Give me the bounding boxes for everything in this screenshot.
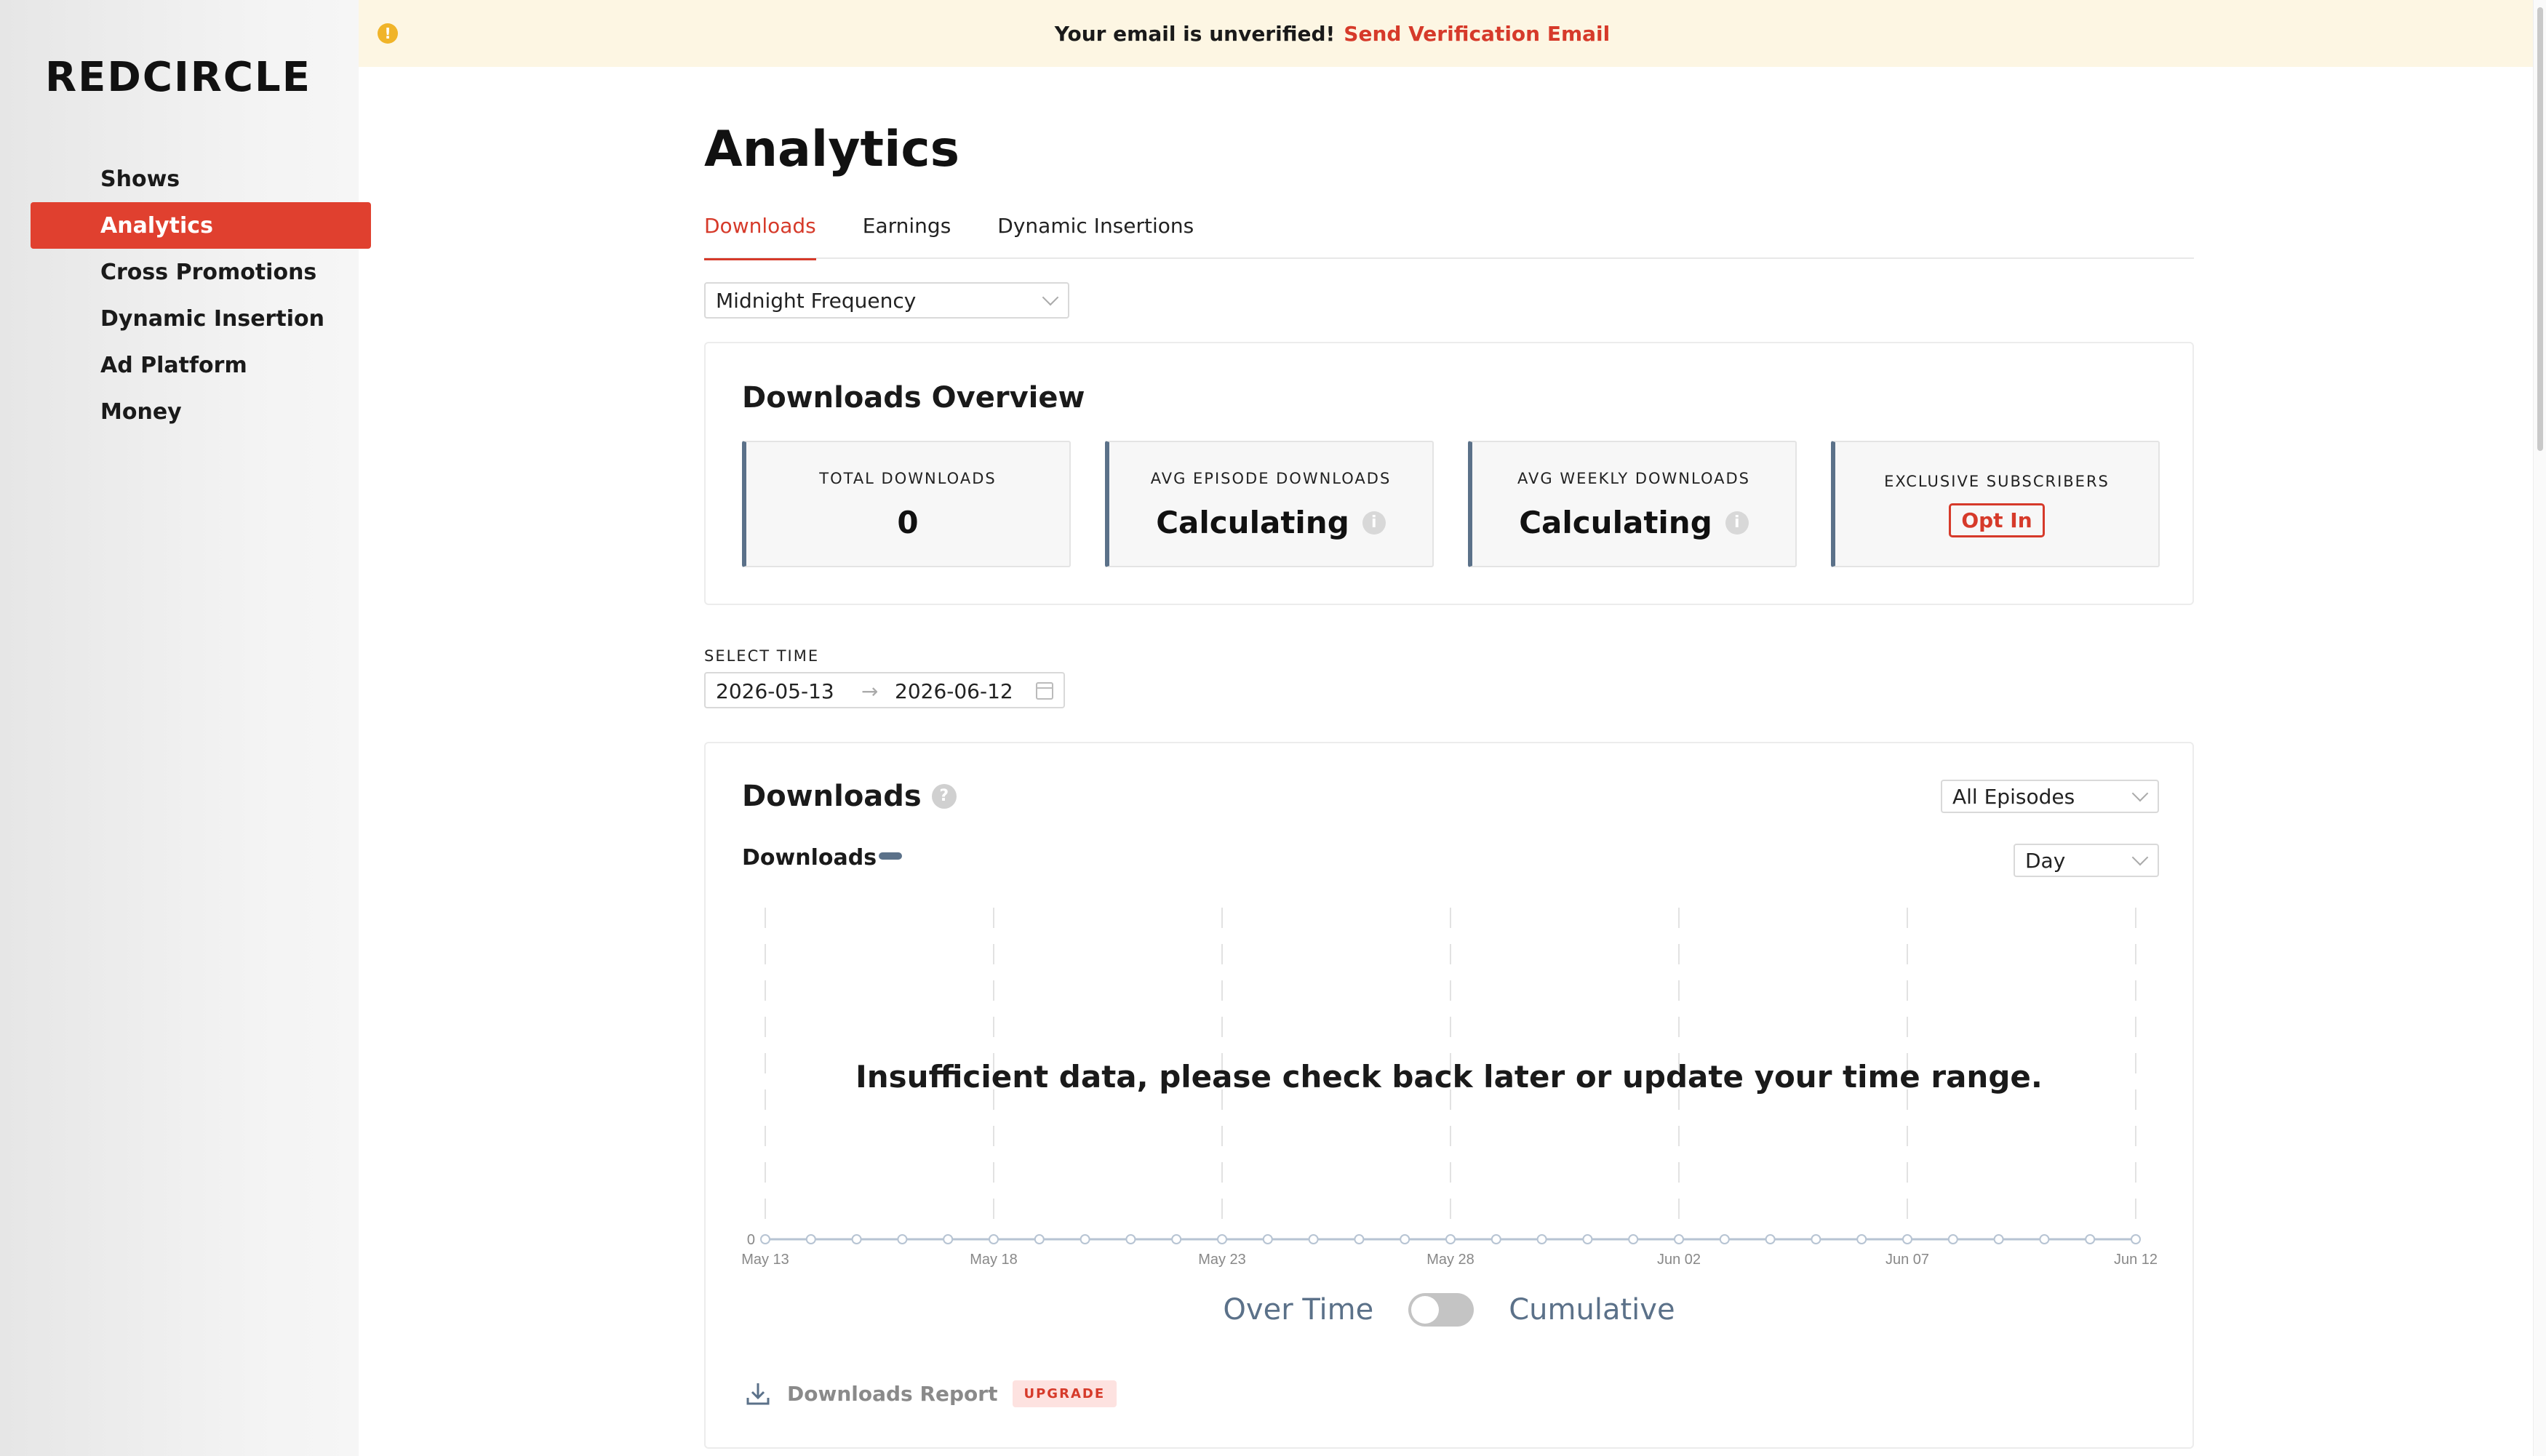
x-tick-label: Jun 07 — [1885, 1252, 1929, 1268]
data-point[interactable] — [1993, 1234, 2004, 1244]
data-point[interactable] — [1947, 1234, 1958, 1244]
data-point[interactable] — [1308, 1234, 1319, 1244]
data-point[interactable] — [1765, 1234, 1776, 1244]
x-tick-label: May 23 — [1198, 1252, 1246, 1268]
data-point[interactable] — [1811, 1234, 1821, 1244]
data-point[interactable] — [851, 1234, 862, 1244]
data-point[interactable] — [760, 1234, 770, 1244]
data-point[interactable] — [1171, 1234, 1182, 1244]
data-point[interactable] — [1445, 1234, 1456, 1244]
x-tick-label: May 18 — [970, 1252, 1018, 1268]
upgrade-badge[interactable]: UPGRADE — [1012, 1380, 1117, 1407]
data-point[interactable] — [1400, 1234, 1410, 1244]
redcircle-logo[interactable]: REDCIRCLE — [45, 54, 311, 101]
data-point[interactable] — [1536, 1234, 1547, 1244]
data-point[interactable] — [1080, 1234, 1090, 1244]
downloads-report-label[interactable]: Downloads Report — [787, 1382, 998, 1406]
downloads-report-row: Downloads Report UPGRADE — [743, 1379, 1117, 1408]
data-point[interactable] — [1262, 1234, 1273, 1244]
over-time-label[interactable]: Over Time — [1223, 1293, 1373, 1327]
x-tick-label: May 28 — [1426, 1252, 1474, 1268]
data-point[interactable] — [2085, 1234, 2096, 1244]
data-point[interactable] — [2039, 1234, 2050, 1244]
x-tick-label: Jun 02 — [1657, 1252, 1701, 1268]
data-point[interactable] — [1217, 1234, 1227, 1244]
logo-text-ircle: IRCLE — [173, 54, 311, 101]
no-data-message: Insufficient data, please check back lat… — [855, 1059, 2043, 1095]
data-point[interactable] — [1034, 1234, 1045, 1244]
data-point[interactable] — [1582, 1234, 1593, 1244]
cumulative-toggle[interactable] — [1408, 1293, 1474, 1327]
logo-circle-letter: C — [142, 54, 176, 101]
download-icon[interactable] — [743, 1379, 773, 1408]
data-point[interactable] — [2131, 1234, 2141, 1244]
y-tick-label: 0 — [747, 1232, 755, 1248]
logo-text-red: RED — [45, 54, 143, 101]
data-point[interactable] — [1719, 1234, 1730, 1244]
data-point[interactable] — [1902, 1234, 1912, 1244]
data-point[interactable] — [805, 1234, 816, 1244]
data-point[interactable] — [897, 1234, 908, 1244]
cumulative-label[interactable]: Cumulative — [1509, 1293, 1675, 1327]
data-point[interactable] — [1628, 1234, 1639, 1244]
x-tick-label: May 13 — [741, 1252, 789, 1268]
data-point[interactable] — [989, 1234, 999, 1244]
data-point[interactable] — [943, 1234, 954, 1244]
data-point[interactable] — [1674, 1234, 1684, 1244]
downloads-chart: May 13 May 18 May 23 May 28 Jun 02 Jun 07 Jun … — [741, 908, 2158, 1268]
data-point[interactable] — [1491, 1234, 1501, 1244]
data-point[interactable] — [1125, 1234, 1136, 1244]
data-point[interactable] — [1856, 1234, 1867, 1244]
x-tick-label: Jun 12 — [2114, 1252, 2158, 1268]
data-point[interactable] — [1354, 1234, 1365, 1244]
chart-mode-toggle: Over Time Cumulative — [704, 1293, 2194, 1327]
